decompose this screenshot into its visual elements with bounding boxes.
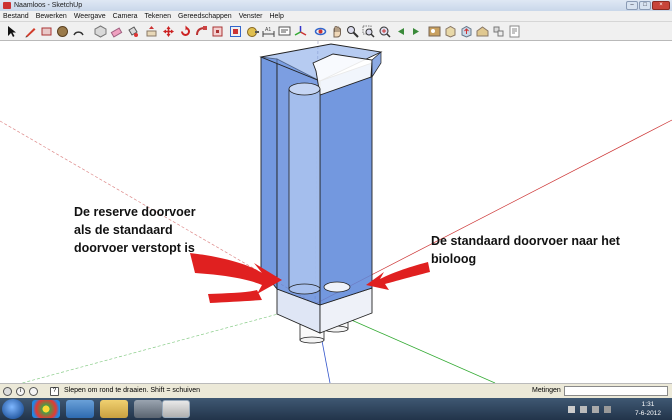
dimension-icon[interactable]: A1 bbox=[262, 25, 275, 38]
svg-text:A1: A1 bbox=[265, 27, 271, 33]
geo-location-icon[interactable] bbox=[3, 387, 12, 396]
axes-icon[interactable] bbox=[294, 25, 307, 38]
paint-bucket-icon[interactable] bbox=[126, 25, 139, 38]
layout-icon[interactable] bbox=[508, 25, 521, 38]
help-icon[interactable]: ? bbox=[50, 387, 59, 396]
get-models-icon[interactable] bbox=[444, 25, 457, 38]
sketchup-icon[interactable] bbox=[162, 400, 190, 418]
maximize-button[interactable]: □ bbox=[639, 1, 651, 10]
share-model-icon[interactable] bbox=[460, 25, 473, 38]
right-red-arrow bbox=[366, 262, 430, 290]
media-icon[interactable] bbox=[134, 400, 162, 418]
toolbar: A1 bbox=[0, 22, 672, 41]
make-component-icon[interactable] bbox=[94, 25, 107, 38]
menu-bewerken[interactable]: Bewerken bbox=[36, 11, 67, 21]
eraser-icon[interactable] bbox=[110, 25, 123, 38]
rotate-icon[interactable] bbox=[179, 25, 192, 38]
tray-flag-icon[interactable] bbox=[568, 406, 575, 413]
menu-help[interactable]: Help bbox=[269, 11, 283, 21]
reserve-outlet-annotation: De reserve doorvoer als de standaard doo… bbox=[74, 205, 196, 255]
clock-date: 7-6-2012 bbox=[634, 410, 662, 417]
tray-network-icon[interactable] bbox=[580, 406, 587, 413]
measurements-label: Metingen bbox=[532, 387, 561, 394]
components-icon[interactable] bbox=[492, 25, 505, 38]
window-controls: – □ × bbox=[626, 1, 670, 10]
green-axis-dotted bbox=[20, 303, 316, 383]
orbit-icon[interactable] bbox=[314, 25, 327, 38]
account-icon[interactable] bbox=[29, 387, 38, 396]
pan-icon[interactable] bbox=[330, 25, 343, 38]
push-pull-icon[interactable] bbox=[145, 25, 158, 38]
tank-box bbox=[259, 43, 383, 306]
status-bar: i ? Slepen om rond te draaien. Shift = s… bbox=[0, 383, 672, 398]
warehouse-icon[interactable] bbox=[476, 25, 489, 38]
standard-outlet bbox=[323, 281, 351, 293]
rectangle-icon[interactable] bbox=[40, 25, 53, 38]
circle-icon[interactable] bbox=[56, 25, 69, 38]
zoom-icon[interactable] bbox=[346, 25, 359, 38]
explorer-apps-icon[interactable] bbox=[66, 400, 94, 418]
tape-measure-icon[interactable] bbox=[246, 25, 259, 38]
arc-icon[interactable] bbox=[72, 25, 85, 38]
scale-icon[interactable] bbox=[211, 25, 224, 38]
tray-volume-icon[interactable] bbox=[592, 406, 599, 413]
select-arrow-icon[interactable] bbox=[5, 25, 18, 38]
next-view-icon[interactable] bbox=[410, 25, 423, 38]
menu-tekenen[interactable]: Tekenen bbox=[145, 11, 171, 21]
photo-texture-icon[interactable] bbox=[428, 25, 441, 38]
clock-time: 1:31 bbox=[641, 401, 655, 408]
taskbar: 1:31 7-6-2012 bbox=[0, 398, 672, 420]
window-title: Naamloos - SketchUp bbox=[14, 2, 83, 9]
pencil-icon[interactable] bbox=[24, 25, 37, 38]
move-icon[interactable] bbox=[162, 25, 175, 38]
status-text: Slepen om rond te draaien. Shift = schui… bbox=[64, 387, 201, 394]
follow-me-icon[interactable] bbox=[195, 25, 208, 38]
tray-battery-icon[interactable] bbox=[604, 406, 611, 413]
previous-view-icon[interactable] bbox=[394, 25, 407, 38]
menu-bar: Bestand Bewerken Weergave Camera Tekenen… bbox=[0, 11, 672, 22]
menu-bestand[interactable]: Bestand bbox=[3, 11, 29, 21]
offset-icon[interactable] bbox=[229, 25, 242, 38]
standard-outlet-annotation: De standaard doorvoer naar het bioloog bbox=[431, 234, 620, 266]
title-bar: Naamloos - SketchUp – □ × bbox=[0, 0, 672, 11]
sketchup-app-icon bbox=[3, 2, 11, 9]
chrome-icon[interactable] bbox=[32, 400, 60, 418]
taskbar-clock[interactable]: 1:31 7-6-2012 bbox=[626, 400, 670, 418]
model-viewport[interactable]: De reserve doorvoer als de standaard doo… bbox=[0, 41, 672, 383]
start-button[interactable] bbox=[2, 399, 24, 419]
measurements-input[interactable] bbox=[564, 386, 668, 396]
minimize-button[interactable]: – bbox=[626, 1, 638, 10]
menu-gereedschappen[interactable]: Gereedschappen bbox=[178, 11, 232, 21]
menu-venster[interactable]: Venster bbox=[239, 11, 263, 21]
menu-weergave[interactable]: Weergave bbox=[74, 11, 106, 21]
reserve-pipe bbox=[288, 82, 321, 295]
close-button[interactable]: × bbox=[652, 1, 670, 10]
file-explorer-icon[interactable] bbox=[100, 400, 128, 418]
zoom-window-icon[interactable] bbox=[362, 25, 375, 38]
menu-camera[interactable]: Camera bbox=[113, 11, 138, 21]
text-icon[interactable] bbox=[278, 25, 291, 38]
zoom-extents-icon[interactable] bbox=[378, 25, 391, 38]
credits-icon[interactable]: i bbox=[16, 387, 25, 396]
